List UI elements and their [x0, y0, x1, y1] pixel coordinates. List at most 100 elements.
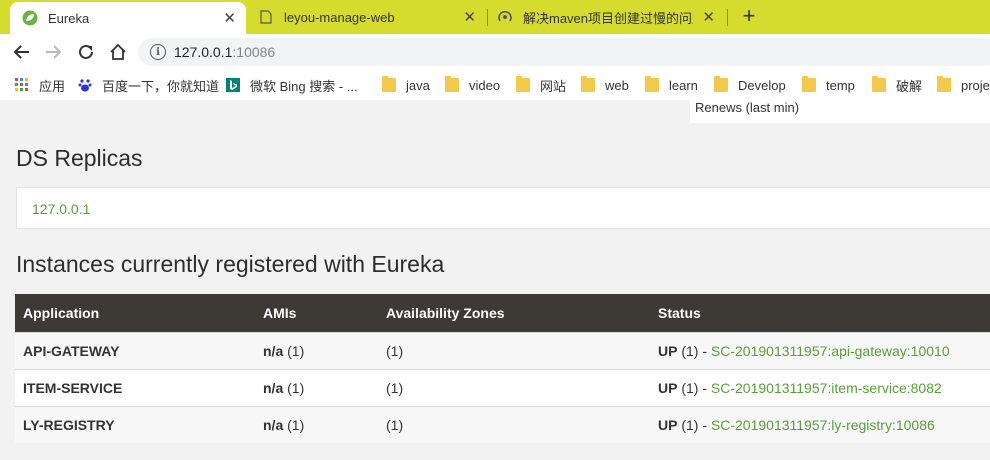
- amis-cell: n/a (1): [255, 332, 378, 369]
- bookmark-label: 百度一下，你就知道: [102, 78, 220, 94]
- instances-table: Application AMIs Availability Zones Stat…: [15, 294, 990, 443]
- folder-icon: [937, 76, 951, 92]
- status-count: (1) -: [681, 416, 708, 433]
- baidu-icon: [78, 78, 92, 92]
- tab-maven-problem[interactable]: 解决maven项目创建过慢的问题 ✕: [497, 0, 727, 34]
- amis-count: (1): [287, 416, 305, 433]
- bookmark-label: java: [406, 77, 430, 93]
- tab-leyou-manage-web[interactable]: leyou-manage-web ✕: [258, 0, 486, 34]
- tab-separator: [487, 9, 488, 26]
- column-header-availability-zones: Availability Zones: [386, 304, 505, 321]
- url-host: 127.0.0.1: [174, 44, 233, 60]
- close-tab-icon[interactable]: ✕: [702, 8, 715, 26]
- url-text: 127.0.0.1:10086: [174, 44, 275, 60]
- folder-icon: [581, 76, 595, 92]
- folder-icon: [445, 76, 459, 92]
- browser-toolbar: i 127.0.0.1:10086: [0, 34, 990, 70]
- column-header-application: Application: [23, 304, 100, 321]
- tab-label: 解决maven项目创建过慢的问题: [523, 10, 693, 26]
- bookmark-label: video: [469, 77, 501, 93]
- forward-button[interactable]: [43, 42, 65, 62]
- reload-icon: [79, 44, 93, 59]
- bookmark-label: 微软 Bing 搜索 - ...: [250, 78, 358, 94]
- table-header-row: Application AMIs Availability Zones Stat…: [15, 294, 990, 332]
- folder-icon: [645, 76, 659, 92]
- zones-cell: (1): [386, 379, 404, 396]
- bookmark-folder-web[interactable]: web: [581, 76, 629, 93]
- bookmark-bing[interactable]: 微软 Bing 搜索 - ...: [226, 77, 358, 94]
- table-row: LY-REGISTRY n/a (1) (1) UP (1) - SC-2019…: [15, 406, 990, 443]
- arrow-right-icon: [46, 45, 62, 59]
- info-icon[interactable]: i: [150, 44, 166, 60]
- amis-value: n/a: [263, 379, 284, 396]
- home-button[interactable]: [107, 42, 129, 62]
- instances-heading: Instances currently registered with Eure…: [16, 251, 445, 277]
- bookmark-apps[interactable]: 应用: [15, 77, 66, 94]
- table-row: API-GATEWAY n/a (1) (1) UP (1) - SC-2019…: [15, 332, 990, 369]
- folder-icon: [872, 76, 886, 92]
- renews-label: Renews (last min): [690, 100, 990, 123]
- status-cell: UP (1) - SC-201901311957:api-gateway:100…: [650, 332, 990, 369]
- bookmark-label: Develop: [738, 77, 786, 93]
- new-tab-button[interactable]: +: [738, 5, 760, 29]
- status-count: (1) -: [681, 342, 708, 359]
- instance-link[interactable]: SC-201901311957:api-gateway:10010: [711, 343, 950, 359]
- app-name: LY-REGISTRY: [23, 416, 115, 433]
- instance-link[interactable]: SC-201901311957:ly-registry:10086: [711, 417, 935, 433]
- amis-count: (1): [287, 342, 305, 359]
- bookmark-folder-projects[interactable]: proje: [937, 76, 990, 93]
- bookmark-label: 应用: [39, 78, 66, 94]
- table-row: ITEM-SERVICE n/a (1) (1) UP (1) - SC-201…: [15, 369, 990, 406]
- close-tab-icon[interactable]: ✕: [223, 9, 236, 27]
- bookmark-folder-websites[interactable]: 网站: [516, 76, 567, 94]
- folder-icon: [802, 76, 816, 92]
- status-value: UP: [658, 379, 678, 396]
- status-value: UP: [658, 416, 678, 433]
- tab-eureka[interactable]: Eureka ✕: [10, 2, 246, 34]
- browser-tab-bar: Eureka ✕ leyou-manage-web ✕ 解决maven项目创建过…: [0, 0, 990, 34]
- spring-leaf-icon: [22, 10, 38, 26]
- zones-cell: (1): [386, 416, 404, 433]
- app-name: ITEM-SERVICE: [23, 379, 123, 396]
- bookmark-folder-develop[interactable]: Develop: [714, 76, 786, 93]
- bookmark-label: temp: [826, 77, 855, 93]
- close-tab-icon[interactable]: ✕: [463, 8, 476, 26]
- amis-count: (1): [287, 379, 305, 396]
- amis-cell: n/a (1): [255, 406, 378, 443]
- column-header-status: Status: [658, 304, 701, 321]
- home-icon: [110, 43, 126, 60]
- tab-separator: [727, 9, 728, 26]
- bookmark-folder-learn[interactable]: learn: [645, 76, 698, 93]
- page-icon: [258, 9, 274, 25]
- tab-label: leyou-manage-web: [284, 9, 395, 25]
- folder-icon: [714, 76, 728, 92]
- status-cell: UP (1) - SC-201901311957:item-service:80…: [650, 369, 990, 406]
- reload-button[interactable]: [75, 42, 97, 62]
- bookmark-label: proje: [961, 77, 990, 93]
- instance-link[interactable]: SC-201901311957:item-service:8082: [711, 380, 942, 396]
- amis-cell: n/a (1): [255, 369, 378, 406]
- bookmark-label: 破解: [896, 78, 923, 94]
- status-value: UP: [658, 342, 678, 359]
- back-button[interactable]: [10, 42, 32, 62]
- bookmark-baidu[interactable]: 百度一下，你就知道: [78, 77, 220, 94]
- bookmark-folder-crack[interactable]: 破解: [872, 76, 923, 94]
- folder-icon: [516, 76, 530, 92]
- arrow-left-icon: [13, 45, 29, 59]
- bookmark-label: web: [605, 77, 629, 93]
- bookmarks-bar: 应用 百度一下，你就知道 微软 Bing 搜索 - ... java video…: [0, 70, 990, 100]
- bookmark-label: 网站: [540, 78, 567, 94]
- address-bar[interactable]: i 127.0.0.1:10086: [138, 38, 990, 66]
- replica-link[interactable]: 127.0.0.1: [32, 201, 90, 217]
- folder-icon: [382, 76, 396, 92]
- amis-value: n/a: [263, 416, 284, 433]
- ds-replicas-heading: DS Replicas: [16, 145, 143, 171]
- column-header-amis: AMIs: [263, 304, 297, 321]
- bookmark-folder-java[interactable]: java: [382, 76, 430, 93]
- url-port: :10086: [232, 44, 276, 60]
- bookmark-folder-temp[interactable]: temp: [802, 76, 855, 93]
- bookmark-folder-video[interactable]: video: [445, 76, 501, 93]
- ds-replicas-panel: 127.0.0.1: [16, 187, 990, 229]
- status-count: (1) -: [681, 379, 708, 396]
- apps-icon: [15, 78, 29, 92]
